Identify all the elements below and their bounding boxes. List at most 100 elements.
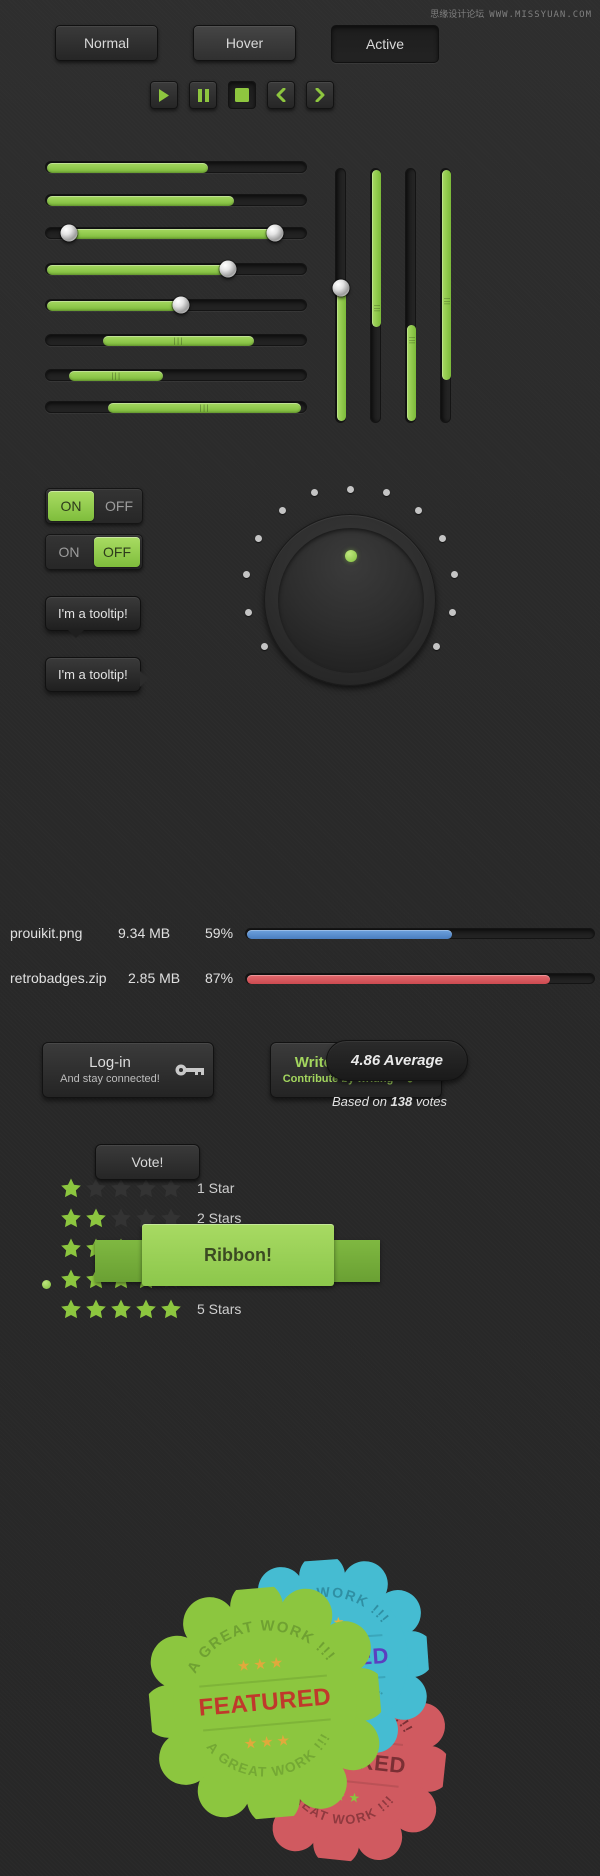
knob-tick xyxy=(383,489,390,496)
star-icon-filled[interactable] xyxy=(60,1298,82,1320)
range-slider[interactable] xyxy=(45,224,307,242)
vertical-slider-1[interactable] xyxy=(332,168,349,423)
range-slider-fill xyxy=(69,229,275,239)
grip-icon: ||| xyxy=(408,336,415,345)
rating-selected-indicator xyxy=(42,1280,51,1289)
star-icon-filled[interactable] xyxy=(160,1298,182,1320)
range-slider-handle-left[interactable] xyxy=(60,224,78,242)
star-icon-empty[interactable] xyxy=(160,1177,182,1199)
star-icon-filled[interactable] xyxy=(60,1207,82,1229)
star-icon-empty[interactable] xyxy=(85,1177,107,1199)
download-progress-fill xyxy=(247,975,550,984)
rating-row-5[interactable]: 5 Stars xyxy=(60,1298,241,1320)
vertical-slider-2-fill: ||| xyxy=(372,170,381,327)
login-button-text: Log-in And stay connected! xyxy=(43,1054,167,1086)
progress-bar-2-fill xyxy=(47,196,235,206)
votes-number: 138 xyxy=(390,1094,413,1109)
watermark-cn: 思缘设计论坛 xyxy=(430,10,485,20)
vertical-slider-2[interactable]: ||| xyxy=(370,168,381,423)
knob-tick xyxy=(347,486,354,493)
previous-button[interactable] xyxy=(267,81,295,109)
star-icon-filled[interactable] xyxy=(85,1298,107,1320)
star-icon-filled[interactable] xyxy=(110,1298,132,1320)
toggle-on-segment-off[interactable]: OFF xyxy=(96,489,142,523)
slider-single-1[interactable] xyxy=(45,260,307,278)
range-grip-1-fill: ||| xyxy=(103,336,254,346)
stop-button[interactable] xyxy=(228,81,256,109)
login-button-subtitle: And stay connected! xyxy=(60,1073,160,1085)
toggle-off-segment-on[interactable]: ON xyxy=(46,535,92,569)
star-icon-filled[interactable] xyxy=(60,1177,82,1199)
login-button[interactable]: Log-in And stay connected! xyxy=(42,1042,214,1098)
range-grip-2[interactable]: ||| xyxy=(45,369,307,381)
range-grip-2-fill: ||| xyxy=(69,371,163,381)
download-file-name: prouikit.png xyxy=(10,925,83,941)
state-button-hover[interactable]: Hover xyxy=(193,25,296,61)
progress-bar-2[interactable] xyxy=(45,194,307,206)
grip-icon: ||| xyxy=(173,337,184,345)
knob-tick xyxy=(245,609,252,616)
download-progress-bar xyxy=(245,928,595,939)
knob-tick xyxy=(439,535,446,542)
toggle-off[interactable]: ON OFF xyxy=(45,534,143,570)
download-progress-bar xyxy=(245,973,595,984)
vertical-slider-3-fill: ||| xyxy=(407,324,416,421)
state-button-active[interactable]: Active xyxy=(331,25,439,63)
slider-single-1-handle[interactable] xyxy=(219,260,237,278)
download-file-name: retrobadges.zip xyxy=(10,970,107,986)
knob-tick xyxy=(261,643,268,650)
star-icon-empty[interactable] xyxy=(110,1177,132,1199)
star-icon-empty[interactable] xyxy=(135,1177,157,1199)
star-icon-filled[interactable] xyxy=(60,1237,82,1259)
state-button-normal[interactable]: Normal xyxy=(55,25,158,61)
pause-icon xyxy=(197,88,209,102)
state-button-active-label: Active xyxy=(365,36,405,52)
play-button[interactable] xyxy=(150,81,178,109)
next-button[interactable] xyxy=(306,81,334,109)
votes-prefix: Based on xyxy=(332,1094,391,1109)
vote-button-label: Vote! xyxy=(131,1154,164,1170)
star-icon-filled[interactable] xyxy=(135,1298,157,1320)
vertical-slider-3[interactable]: ||| xyxy=(405,168,416,423)
download-percent-label: 59% xyxy=(205,925,234,941)
progress-bar-1[interactable] xyxy=(45,161,307,173)
slider-single-2-fill xyxy=(47,301,183,311)
grip-icon: ||| xyxy=(443,298,450,306)
vertical-slider-1-fill xyxy=(337,286,346,421)
toggle-off-segment-off[interactable]: OFF xyxy=(94,537,140,567)
pause-button[interactable] xyxy=(189,81,217,109)
grip-icon: ||| xyxy=(199,404,210,412)
play-icon xyxy=(158,88,170,102)
knob-indicator-icon xyxy=(345,550,357,562)
download-progress-fill xyxy=(247,930,453,939)
state-button-hover-label: Hover xyxy=(225,35,264,51)
grip-icon: ||| xyxy=(373,305,380,313)
badge-green-content: ★★★ FEATURED ★★★ xyxy=(140,1578,389,1827)
toggle-on-segment-on[interactable]: ON xyxy=(48,491,94,521)
toggle-on[interactable]: ON OFF xyxy=(45,488,143,524)
vertical-slider-1-handle[interactable] xyxy=(332,279,349,297)
vertical-slider-4-fill: ||| xyxy=(442,170,451,380)
knob-outer-ring[interactable] xyxy=(264,514,436,686)
range-grip-1[interactable]: ||| xyxy=(45,334,307,346)
badge-green-stars-top: ★★★ xyxy=(236,1654,287,1676)
vertical-slider-4[interactable]: ||| xyxy=(440,168,451,423)
slider-single-2[interactable] xyxy=(45,296,307,314)
ribbon: Ribbon! xyxy=(95,1224,380,1294)
range-grip-3[interactable]: ||| xyxy=(45,401,307,413)
rating-row-1[interactable]: 1 Star xyxy=(60,1177,234,1199)
tooltip-bottom-text: I'm a tooltip! xyxy=(58,606,128,621)
range-grip-3-fill: ||| xyxy=(108,403,301,413)
star-icon-filled[interactable] xyxy=(60,1268,82,1290)
knob-face[interactable] xyxy=(278,528,424,674)
chevron-left-icon xyxy=(276,88,286,102)
login-button-title: Log-in xyxy=(89,1054,131,1071)
knob-tick xyxy=(449,609,456,616)
grip-icon: ||| xyxy=(111,372,122,380)
key-icon xyxy=(167,1062,213,1078)
slider-single-2-handle[interactable] xyxy=(172,296,190,314)
ui-kit-canvas: 思缘设计论坛 WWW.MISSYUAN.COM Normal Hover Acti… xyxy=(0,0,600,1876)
range-slider-handle-right[interactable] xyxy=(266,224,284,242)
vote-button[interactable]: Vote! xyxy=(95,1144,200,1180)
rotary-knob[interactable] xyxy=(225,478,475,723)
